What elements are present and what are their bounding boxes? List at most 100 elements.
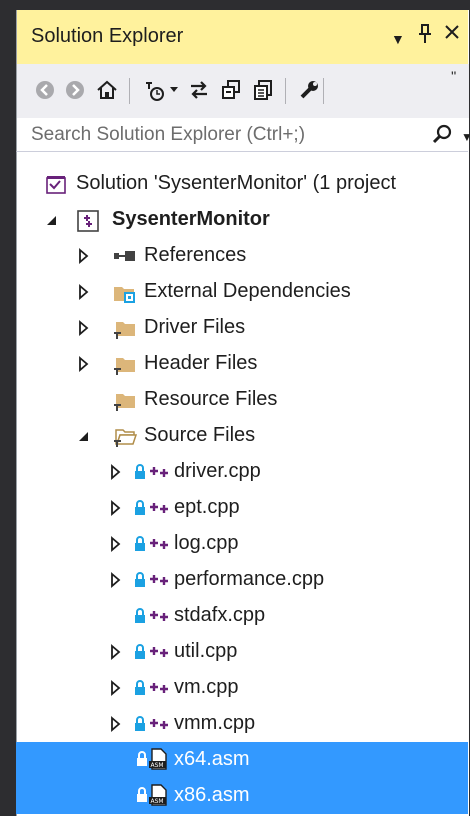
filter-dropdown-icon[interactable] bbox=[167, 76, 181, 104]
project-label: SysenterMonitor bbox=[112, 208, 270, 230]
tree-item-header-files[interactable]: Header Files bbox=[16, 346, 468, 382]
cpp-project-icon bbox=[76, 209, 100, 238]
cpp-file-icon bbox=[148, 499, 172, 522]
filter-folder-icon bbox=[112, 317, 138, 346]
asm-file-icon: ASM bbox=[146, 783, 170, 812]
cpp-file-icon bbox=[148, 643, 172, 666]
solution-label: Solution 'SysenterMonitor' (1 project bbox=[76, 172, 397, 194]
collapsed-arrow-icon[interactable] bbox=[108, 572, 124, 588]
external-dependencies-label: External Dependencies bbox=[144, 280, 351, 302]
tree-item-file[interactable]: vmm.cpp bbox=[16, 706, 468, 742]
file-label: vmm.cpp bbox=[174, 712, 256, 734]
source-control-lock-icon bbox=[134, 500, 146, 521]
collapsed-arrow-icon[interactable] bbox=[108, 536, 124, 552]
file-label: vm.cpp bbox=[174, 676, 239, 698]
external-dependencies-folder-icon bbox=[112, 281, 138, 310]
panel-title-bar: Solution Explorer ▼ bbox=[16, 10, 468, 64]
source-control-lock-icon bbox=[134, 464, 146, 485]
source-control-lock-icon bbox=[134, 536, 146, 557]
cpp-file-icon bbox=[148, 679, 172, 702]
tree-item-references[interactable]: References bbox=[16, 238, 468, 274]
collapsed-arrow-icon[interactable] bbox=[76, 320, 92, 336]
source-control-lock-icon bbox=[134, 680, 146, 701]
panel-title: Solution Explorer bbox=[31, 25, 184, 47]
tree-item-resource-files[interactable]: Resource Files bbox=[16, 382, 468, 418]
pending-changes-filter-icon[interactable] bbox=[141, 76, 169, 104]
tree-item-file-selected[interactable]: ASM x64.asm bbox=[16, 742, 468, 778]
pin-icon[interactable] bbox=[417, 23, 433, 51]
file-label: ept.cpp bbox=[174, 496, 240, 518]
source-files-label: Source Files bbox=[144, 424, 256, 446]
filter-folder-icon bbox=[112, 389, 138, 418]
tree-item-file[interactable]: vm.cpp bbox=[16, 670, 468, 706]
tree-item-external-dependencies[interactable]: External Dependencies bbox=[16, 274, 468, 310]
collapsed-arrow-icon[interactable] bbox=[108, 716, 124, 732]
solution-icon bbox=[44, 173, 68, 200]
references-icon bbox=[112, 248, 138, 269]
collapse-all-icon[interactable] bbox=[217, 76, 245, 104]
tree-item-source-files[interactable]: Source Files bbox=[16, 418, 468, 454]
toolbar-overflow-icon[interactable]: '' bbox=[451, 68, 456, 84]
collapsed-arrow-icon[interactable] bbox=[108, 680, 124, 696]
expanded-arrow-icon[interactable] bbox=[76, 428, 92, 444]
tree-item-driver-files[interactable]: Driver Files bbox=[16, 310, 468, 346]
file-label: util.cpp bbox=[174, 640, 238, 662]
file-label: stdafx.cpp bbox=[174, 604, 266, 626]
home-icon[interactable] bbox=[93, 76, 121, 104]
file-label: performance.cpp bbox=[174, 568, 325, 590]
tree-item-file[interactable]: log.cpp bbox=[16, 526, 468, 562]
window-position-dropdown-icon[interactable]: ▼ bbox=[391, 27, 405, 51]
svg-text:ASM: ASM bbox=[151, 798, 164, 805]
toolbar: '' bbox=[16, 64, 469, 118]
toolbar-separator bbox=[323, 78, 324, 104]
cpp-file-icon bbox=[148, 463, 172, 486]
tree-item-file[interactable]: util.cpp bbox=[16, 634, 468, 670]
header-files-label: Header Files bbox=[144, 352, 258, 374]
open-filter-folder-icon bbox=[112, 425, 138, 454]
tree-item-file[interactable]: stdafx.cpp bbox=[16, 598, 468, 634]
expanded-arrow-icon[interactable] bbox=[44, 212, 60, 228]
show-all-files-icon[interactable] bbox=[249, 76, 277, 104]
cpp-file-icon bbox=[148, 607, 172, 630]
toolbar-separator bbox=[285, 78, 286, 104]
back-icon[interactable] bbox=[31, 76, 59, 104]
driver-files-label: Driver Files bbox=[144, 316, 246, 338]
search-input[interactable]: Search Solution Explorer (Ctrl+;) bbox=[31, 124, 305, 146]
tree-item-file[interactable]: performance.cpp bbox=[16, 562, 468, 598]
close-icon[interactable] bbox=[443, 23, 461, 47]
source-control-lock-icon bbox=[134, 716, 146, 737]
collapsed-arrow-icon[interactable] bbox=[108, 500, 124, 516]
tree-item-solution[interactable]: Solution 'SysenterMonitor' (1 project bbox=[16, 166, 468, 202]
tree-item-file[interactable]: ept.cpp bbox=[16, 490, 468, 526]
tree-item-file[interactable]: driver.cpp bbox=[16, 454, 468, 490]
source-control-lock-icon bbox=[134, 572, 146, 593]
resource-files-label: Resource Files bbox=[144, 388, 278, 410]
properties-icon[interactable] bbox=[295, 76, 323, 104]
references-label: References bbox=[144, 244, 247, 266]
tree-item-file-selected[interactable]: ASM x86.asm bbox=[16, 778, 468, 814]
file-label: x64.asm bbox=[174, 748, 250, 770]
collapsed-arrow-icon[interactable] bbox=[108, 464, 124, 480]
cpp-file-icon bbox=[148, 715, 172, 738]
search-options-dropdown-icon[interactable]: ▼ bbox=[461, 130, 470, 144]
cpp-file-icon bbox=[148, 571, 172, 594]
file-label: driver.cpp bbox=[174, 460, 261, 482]
collapsed-arrow-icon[interactable] bbox=[76, 356, 92, 372]
forward-icon[interactable] bbox=[61, 76, 89, 104]
file-label: log.cpp bbox=[174, 532, 239, 554]
source-control-lock-icon bbox=[134, 608, 146, 629]
collapsed-arrow-icon[interactable] bbox=[108, 644, 124, 660]
svg-text:ASM: ASM bbox=[151, 762, 164, 769]
search-icon[interactable] bbox=[431, 123, 453, 150]
cpp-file-icon bbox=[148, 535, 172, 558]
collapsed-arrow-icon[interactable] bbox=[76, 284, 92, 300]
filter-folder-icon bbox=[112, 353, 138, 382]
asm-file-icon: ASM bbox=[146, 747, 170, 776]
tree-item-project[interactable]: SysenterMonitor bbox=[16, 202, 468, 238]
sync-icon[interactable] bbox=[185, 76, 213, 104]
toolbar-separator bbox=[129, 78, 130, 104]
search-box[interactable]: Search Solution Explorer (Ctrl+;) ▼ bbox=[16, 118, 470, 152]
collapsed-arrow-icon[interactable] bbox=[76, 248, 92, 264]
source-control-lock-icon bbox=[134, 644, 146, 665]
file-label: x86.asm bbox=[174, 784, 250, 806]
